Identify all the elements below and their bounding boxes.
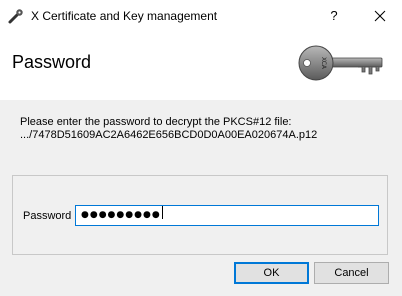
header-area: Password XCA — [0, 32, 402, 100]
svg-text:XCA: XCA — [320, 57, 327, 70]
text-caret — [161, 206, 163, 219]
page-title: Password — [12, 52, 92, 72]
password-mask: ●●●●●●●●● — [81, 210, 161, 220]
key-pen-icon — [8, 9, 23, 24]
cancel-button[interactable]: Cancel — [314, 262, 389, 284]
file-path: .../7478D51609AC2A6462E656BCD0D0A00EA020… — [20, 129, 318, 141]
key-icon: XCA — [298, 45, 383, 81]
help-button[interactable]: ? — [316, 0, 352, 32]
ok-button[interactable]: OK — [234, 262, 309, 284]
password-input[interactable]: ●●●●●●●●● — [75, 205, 379, 226]
window-title: X Certificate and Key management — [31, 9, 218, 23]
password-label: Password — [23, 210, 72, 222]
description-line-1: Please enter the password to decrypt the… — [20, 116, 292, 128]
close-icon — [374, 10, 386, 22]
close-button[interactable] — [358, 0, 402, 32]
title-bar: X Certificate and Key management ? — [0, 0, 402, 32]
